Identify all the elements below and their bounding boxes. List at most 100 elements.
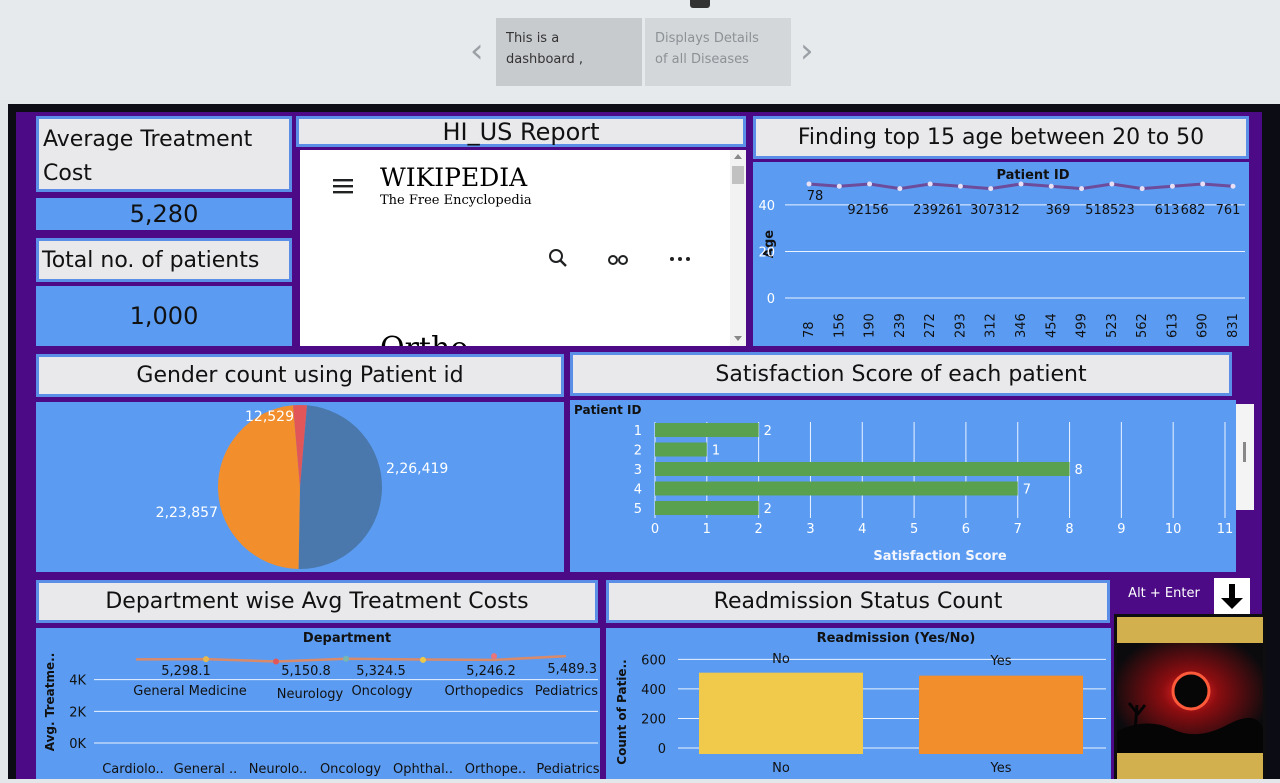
age-x-tick: 78 [802,321,817,338]
age-id-label: 307312 [970,203,1020,218]
age-point [1109,181,1115,187]
down-arrow-icon [1221,584,1243,609]
age-id-label: 518523 [1085,203,1135,218]
story-title-fragment [690,0,710,8]
next-arrow-icon[interactable]: › [800,34,814,68]
satisfaction-bar-label: 1 [712,444,720,459]
satisfaction-scroll-thumb[interactable] [1243,442,1246,462]
satisfaction-x-tick: 6 [962,522,970,537]
age-point [1018,181,1024,187]
age-x-tick: 454 [1044,313,1059,338]
search-icon[interactable] [549,249,567,267]
story-point-2-line1: Displays Details [655,31,759,46]
age-id-label: 369 [1046,203,1071,218]
image-frame [1114,614,1266,779]
satisfaction-y-tick: 5 [634,502,642,517]
gender-slice-label: 12,529 [245,409,294,425]
readmission-x-tick: No [772,761,790,776]
age-point [867,181,873,187]
department-point-name: Pediatrics [535,684,598,699]
age-point [1200,181,1206,187]
gender-slice-label: 2,23,857 [156,505,218,521]
department-value-label: 5,246.2 [466,664,516,679]
satisfaction-bar-label: 2 [764,424,772,439]
department-x-tick: Ophthal.. [393,762,453,777]
department-chart-title: Department wise Avg Treatment Costs [36,580,598,623]
avg-cost-value: 5,280 [36,198,292,230]
satisfaction-bar [655,442,707,457]
satisfaction-x-tick: 1 [703,522,711,537]
satisfaction-scrollbar[interactable] [1236,404,1254,510]
age-point [927,181,933,187]
hamburger-menu-icon[interactable] [333,179,353,194]
total-patients-value: 1,000 [36,286,292,346]
satisfaction-x-tick: 0 [651,522,659,537]
gender-chart-panel: 2,26,419 2,23,857 12,529 [36,402,564,572]
department-point [273,658,279,665]
satisfaction-y-tick: 2 [634,444,642,459]
department-x-tick: Cardiolo.. [102,762,164,777]
story-point-1[interactable]: This is a dashboard , [496,18,642,86]
avg-cost-title-line1: Average Treatment [43,127,253,152]
hotkey-label: Alt + Enter [1128,586,1200,601]
satisfaction-x-tick: 3 [806,522,814,537]
web-scrollbar[interactable] [730,150,746,346]
department-x-tick: Pediatrics [536,762,599,777]
readmission-chart-title: Readmission Status Count [606,580,1110,623]
department-point-name: General Medicine [133,684,246,699]
glasses-icon[interactable] [608,255,628,265]
department-axis-label: Avg. Treatme.. [43,653,57,752]
satisfaction-x-tick: 7 [1014,522,1022,537]
gender-pie-slice [298,405,382,569]
department-series-line [135,654,567,663]
age-line-chart: Patient IDAge020407892156 239261 307312 369… [758,168,1245,338]
avg-cost-title: Average Treatment Cost [36,116,292,192]
previous-arrow-icon[interactable]: ‹ [470,34,484,68]
wikipedia-wordmark: WIKIPEDIA [380,163,528,192]
satisfaction-bar-label: 2 [764,502,772,517]
age-x-tick: 562 [1135,313,1150,338]
age-y-tick: 40 [758,199,775,214]
story-point-2[interactable]: Displays Details of all Diseases [645,18,791,86]
department-y-tick: 2K [69,705,86,720]
satisfaction-y-tick: 1 [634,424,642,439]
age-id-label: 78 [807,189,824,204]
article-heading-fragment: Ortho [380,331,468,346]
readmission-bar [699,672,863,754]
age-x-tick: 312 [984,313,999,338]
department-x-tick: Orthope.. [465,762,526,777]
age-x-tick: 346 [1014,313,1029,338]
web-page-object[interactable]: WIKIPEDIA The Free Encyclopedia Ortho [300,150,746,346]
eclipse-moon [1171,671,1211,711]
readmission-x-tick: Yes [990,761,1012,776]
satisfaction-y-tick: 4 [634,483,642,498]
avg-cost-title-line2: Cost [43,161,92,186]
readmission-bar [919,675,1083,754]
satisfaction-bar-label: 8 [1075,463,1083,478]
readmission-header: Readmission (Yes/No) [817,631,976,646]
wikipedia-tagline: The Free Encyclopedia [380,193,532,208]
department-value-label: 5,324.5 [356,664,406,679]
age-id-label: 613 [1155,203,1180,218]
gender-slice-label: 2,26,419 [386,461,448,477]
department-point [343,655,349,662]
eclipse-artwork [1117,643,1263,753]
more-options-icon[interactable] [670,257,690,261]
department-value-label: 5,298.1 [161,664,211,679]
satisfaction-y-tick: 3 [634,463,642,478]
age-x-tick: 523 [1105,313,1120,338]
department-point [491,653,497,660]
readmission-y-tick: 400 [641,683,666,698]
age-point [988,186,994,192]
story-point-1-line2: dashboard , [506,52,584,67]
age-id-label: 761 [1216,203,1241,218]
story-point-2-line2: of all Diseases [655,52,749,67]
gender-chart-title: Gender count using Patient id [36,354,564,397]
readmission-y-tick: 200 [641,712,666,727]
satisfaction-chart-panel: Patient ID 0 1 2 3 4 5 6 7 8 9 10 11 2 1 1 2 8 3 7 4 2 5 Satisf… [570,400,1236,572]
age-point [836,183,842,189]
download-arrow-button[interactable] [1214,578,1250,614]
total-patients-title: Total no. of patients [36,238,292,282]
readmission-axis-label: Count of Patie.. [615,659,629,764]
satisfaction-x-tick: 2 [754,522,762,537]
